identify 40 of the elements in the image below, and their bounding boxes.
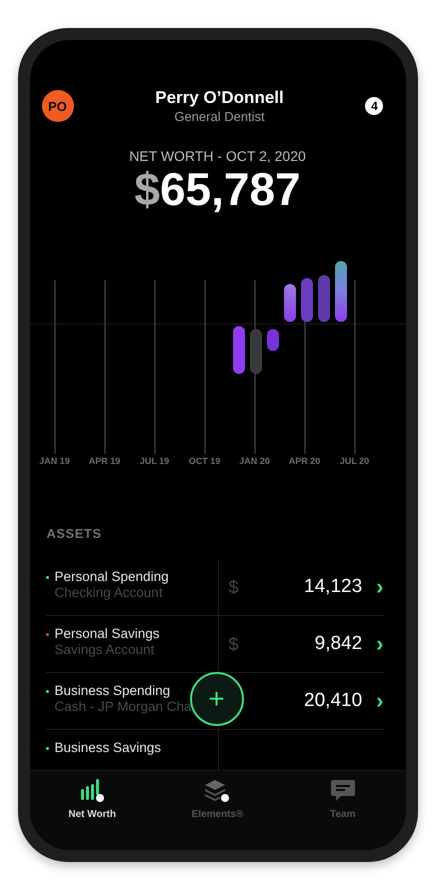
chevron-icon[interactable]: › (376, 634, 384, 654)
account-amount: 20,410 (304, 690, 362, 712)
axis-label: JAN 19 (38, 456, 71, 466)
currency-sign: $ (228, 634, 239, 654)
currency-sign: $ (228, 576, 239, 598)
avatar[interactable]: PO (42, 90, 74, 122)
user-name: Perry O’Donnell (155, 88, 284, 108)
user-role: General Dentist (174, 109, 265, 124)
layers-icon (204, 779, 230, 803)
chat-icon (330, 779, 356, 803)
bar-chart-icon (79, 779, 106, 803)
chevron-icon[interactable]: › (376, 691, 384, 711)
axis-label: APR 20 (288, 456, 322, 466)
chart-bar (318, 275, 330, 322)
currency-sign: $ (134, 164, 160, 214)
chart-bar (232, 326, 244, 374)
net-worth-label: NET WORTH - OCT 2, 2020 (129, 148, 306, 164)
axis-label: JUL 20 (338, 456, 370, 466)
account-amount: 14,123 (304, 576, 362, 598)
chart-bar (266, 329, 278, 351)
account-name: Business Spending (54, 683, 172, 698)
notification-badge[interactable]: 4 (365, 97, 384, 115)
chevron-icon[interactable]: › (376, 577, 384, 597)
account-name: Personal Spending (54, 569, 169, 584)
net-worth-amount: 65,787 (160, 164, 301, 214)
account-type: Checking Account (54, 585, 164, 600)
account-amount: 9,842 (314, 633, 362, 655)
account-type: Cash - JP Morgan Cha (54, 699, 192, 714)
chart-bar (300, 278, 312, 322)
chart-bar (284, 284, 296, 322)
tab[interactable]: Net Worth (42, 775, 142, 850)
account-name: Business Savings (54, 740, 162, 755)
chart-bar (334, 261, 346, 322)
account-name: Personal Savings (54, 626, 160, 641)
section-title: ASSETS (46, 526, 103, 541)
axis-label: OCT 19 (188, 456, 222, 466)
axis-label: APR 19 (88, 456, 122, 466)
axis-label: JUL 19 (138, 456, 170, 466)
axis-label: JAN 20 (238, 456, 271, 466)
account-type: Savings Account (54, 642, 156, 657)
